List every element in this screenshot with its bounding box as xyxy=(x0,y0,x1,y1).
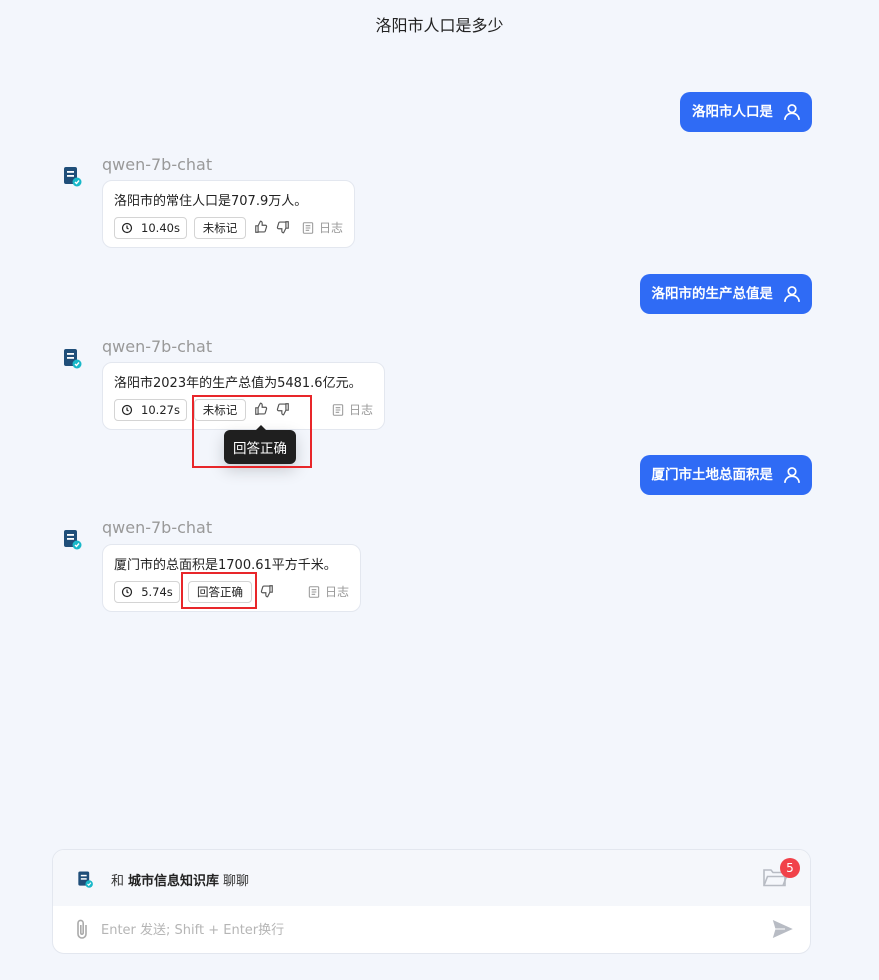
kb-prefix: 和 xyxy=(111,874,125,889)
message-input[interactable] xyxy=(99,916,763,944)
response-time-tag: 5.74s xyxy=(114,581,180,603)
bot-message-card: 洛阳市2023年的生产总值为5481.6亿元。 10.27s 未标记 日志 xyxy=(102,362,385,430)
bot-name: qwen-7b-chat xyxy=(102,155,213,174)
thumbs-up-icon xyxy=(255,402,268,415)
thumbs-up-icon xyxy=(255,220,268,233)
bot-message-card: 厦门市的总面积是1700.61平方千米。 5.74s 回答正确 日志 xyxy=(102,544,361,612)
user-avatar xyxy=(772,92,812,132)
thumbs-down-icon xyxy=(276,221,289,234)
clock-icon xyxy=(121,404,133,416)
bot-message-text: 洛阳市2023年的生产总值为5481.6亿元。 xyxy=(114,376,362,391)
mark-status-tag[interactable]: 未标记 xyxy=(194,217,246,239)
user-icon xyxy=(784,104,800,120)
response-time: 10.40s xyxy=(141,221,180,235)
response-time: 10.27s xyxy=(141,403,180,417)
kb-name[interactable]: 城市信息知识库 xyxy=(128,874,219,889)
mark-status-label: 未标记 xyxy=(202,403,238,417)
log-button[interactable]: 日志 xyxy=(307,583,349,600)
user-avatar xyxy=(772,455,812,495)
thumbs-down-button[interactable] xyxy=(259,583,275,599)
bot-message-text: 厦门市的总面积是1700.61平方千米。 xyxy=(114,558,337,573)
mark-status-label: 未标记 xyxy=(202,221,238,235)
thumbs-up-button[interactable] xyxy=(253,219,269,235)
thumbs-up-button[interactable] xyxy=(253,401,269,417)
log-icon xyxy=(302,221,314,234)
response-time-tag: 10.40s xyxy=(114,217,187,239)
mark-tooltip: 回答正确 xyxy=(224,425,296,464)
mark-status-tag[interactable]: 回答正确 xyxy=(188,581,252,603)
user-icon xyxy=(784,467,800,483)
log-icon xyxy=(308,585,320,598)
bot-name: qwen-7b-chat xyxy=(102,518,213,537)
clock-icon xyxy=(121,222,133,234)
user-avatar xyxy=(772,274,812,314)
clock-icon xyxy=(122,586,133,598)
bot-message-card: 洛阳市的常住人口是707.9万人。 10.40s 未标记 日志 xyxy=(102,180,355,248)
bot-document-icon xyxy=(64,530,82,550)
log-label: 日志 xyxy=(319,221,344,235)
response-time: 5.74s xyxy=(141,585,173,599)
bot-name: qwen-7b-chat xyxy=(102,337,213,356)
bot-message-text: 洛阳市的常住人口是707.9万人。 xyxy=(114,194,308,209)
log-button[interactable]: 日志 xyxy=(331,401,373,418)
bot-document-icon xyxy=(64,167,82,187)
thumbs-down-button[interactable] xyxy=(275,401,291,417)
thumbs-down-icon xyxy=(260,585,273,598)
knowledge-base-bar: 和城市信息知识库 聊聊 5 xyxy=(53,850,810,906)
log-button[interactable]: 日志 xyxy=(301,219,343,236)
page-title: 洛阳市人口是多少 xyxy=(375,16,504,35)
mark-status-tag[interactable]: 未标记 xyxy=(194,399,246,421)
kb-suffix: 聊聊 xyxy=(223,874,250,889)
log-icon xyxy=(332,403,344,416)
log-label: 日志 xyxy=(325,585,350,599)
knowledge-base-icon xyxy=(78,871,93,888)
log-label: 日志 xyxy=(349,403,374,417)
send-icon[interactable] xyxy=(771,918,795,940)
chat-composer: 和城市信息知识库 聊聊 5 xyxy=(52,849,811,954)
response-time-tag: 10.27s xyxy=(114,399,187,421)
bot-document-icon xyxy=(64,349,82,369)
user-icon xyxy=(784,286,800,302)
knowledge-base-label: 和城市信息知识库 聊聊 xyxy=(111,870,249,889)
file-count-badge: 5 xyxy=(780,858,800,878)
mark-status-label: 回答正确 xyxy=(197,585,243,599)
thumbs-down-icon xyxy=(276,403,289,416)
thumbs-down-button[interactable] xyxy=(275,219,291,235)
paperclip-icon[interactable] xyxy=(73,918,91,940)
